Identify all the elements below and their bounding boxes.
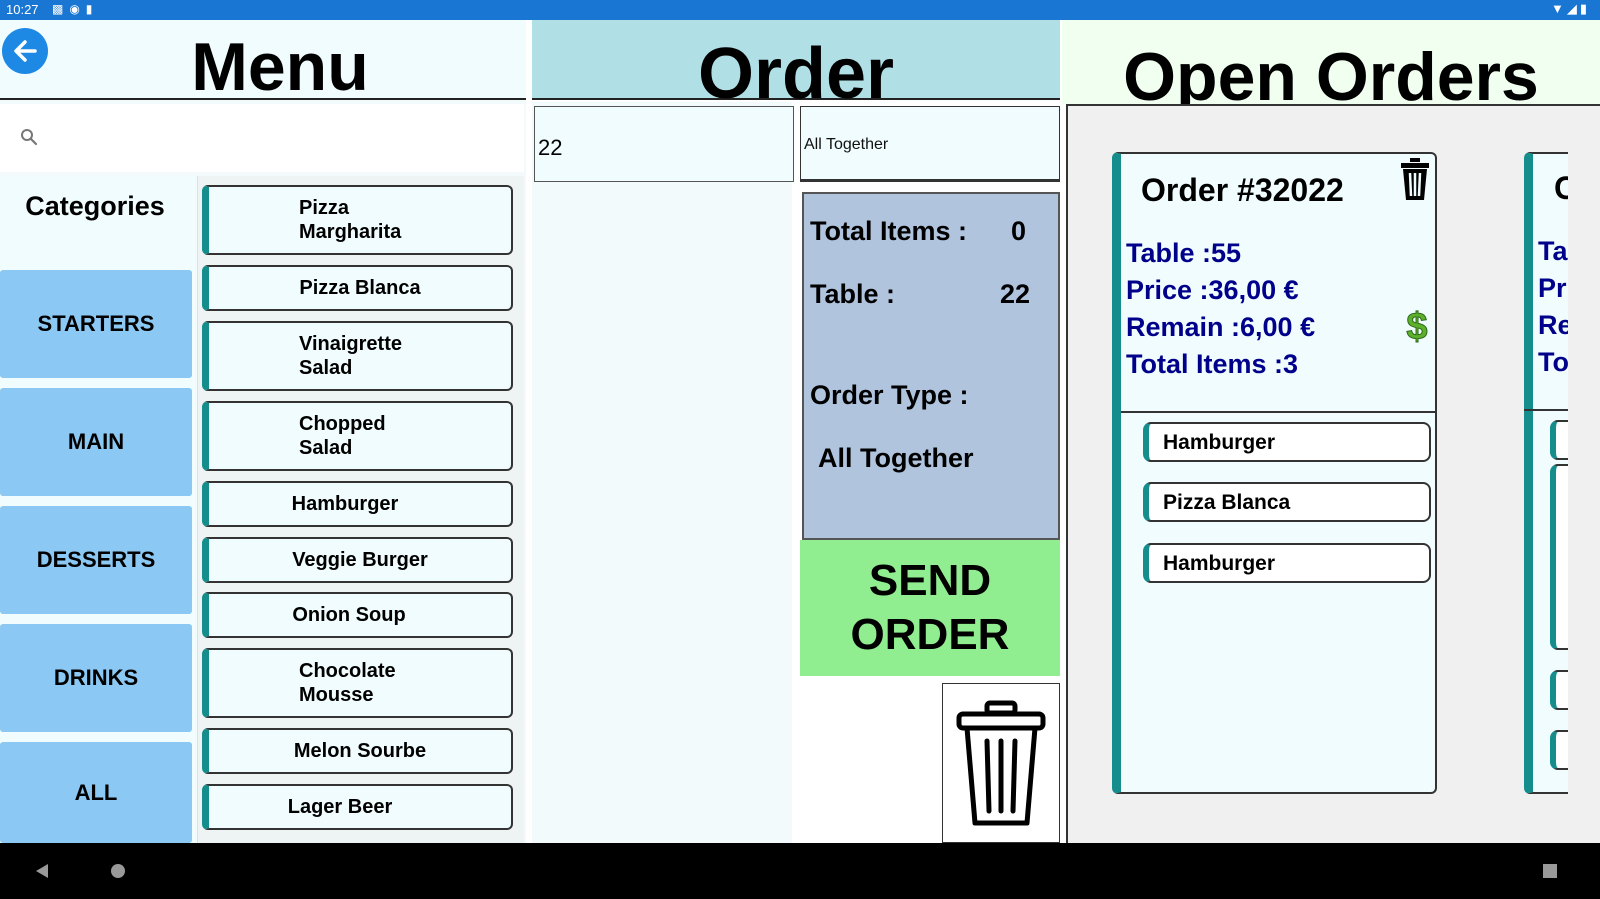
menu-item-label: Salad [299,357,353,379]
menu-item-label: Pizza Blanca [299,277,421,299]
order-number: C [1554,170,1568,206]
send-button-label: ORDER [850,610,1010,659]
trash-icon [1401,158,1429,200]
order-card-partial[interactable]: C Ta Pr Re To [1524,152,1568,794]
order-item[interactable]: Hamburger [1143,422,1431,462]
nav-recents-button[interactable] [1528,843,1572,899]
menu-item-pizza-margharita[interactable]: Pizza Margharita [202,185,513,255]
circle-home-icon [111,864,125,878]
order-item[interactable] [1550,464,1568,650]
menu-item-label: Salad [299,437,353,459]
search-input[interactable] [0,104,524,172]
status-time: 10:27 [6,2,39,17]
table-number-input[interactable]: 22 [534,106,794,182]
back-button[interactable] [2,28,48,74]
menu-item-label: Vinaigrette [299,333,402,355]
order-item[interactable]: Hamburger [1143,543,1431,583]
order-item[interactable] [1550,420,1568,460]
menu-item-label: Chopped [299,413,386,435]
menu-item-label: Margharita [299,221,402,243]
menu-item-label: Pizza [299,197,350,219]
order-price: Price :36,00 € [1126,275,1299,305]
menu-title: Menu [191,29,369,105]
order-type-value: All Together [818,443,974,473]
menu-item-chopped-salad[interactable]: Chopped Salad [202,401,513,471]
order-remain: Remain :6,00 € [1126,312,1316,342]
square-recents-icon [1543,864,1557,878]
clear-order-button[interactable] [942,683,1060,843]
triangle-back-icon [36,864,48,878]
card-divider [1524,409,1568,411]
nav-back-button[interactable] [20,843,64,899]
order-type-input[interactable]: All Together [800,106,1060,182]
menu-item-veggie-burger[interactable]: Veggie Burger [202,537,513,583]
order-total-items: Total Items :3 [1126,349,1299,379]
menu-item-pizza-blanca[interactable]: Pizza Blanca [202,265,513,311]
menu-item-lager-beer[interactable]: Lager Beer [202,784,513,830]
order-summary-box: Total Items : 0 Table : 22 Order Type : … [802,192,1060,540]
menu-item-label: Onion Soup [292,604,406,626]
categories-title: Categories [25,191,165,221]
order-title: Order [697,34,895,100]
send-button-label: SEND [868,556,992,605]
menu-item-hamburger[interactable]: Hamburger [202,481,513,527]
send-order-button[interactable]: SEND ORDER [800,540,1060,676]
order-price: Pr [1538,273,1567,303]
order-number: Order #32022 [1141,172,1344,208]
order-type-label: Order Type : [810,380,969,410]
menu-item-label: Mousse [299,684,374,706]
order-item[interactable]: Pizza Blanca [1143,482,1431,522]
menu-item-label: Hamburger [291,493,399,515]
category-starters-button[interactable]: STARTERS [0,270,192,378]
order-table: Table :55 [1126,238,1242,268]
total-items-label: Total Items : [810,216,968,246]
menu-item-chocolate-mousse[interactable]: Chocolate Mousse [202,648,513,718]
status-bar: 10:27 ▩◉▮ ▼◢▮ [0,0,1600,20]
menu-item-label: Chocolate [299,660,396,682]
table-value: 22 [1000,279,1031,309]
payment-dollar-button[interactable]: $ [1403,306,1431,351]
order-item[interactable] [1550,730,1568,770]
card-divider [1121,411,1435,413]
menu-item-label: Melon Sourbe [293,740,427,762]
navigation-bar [0,843,1600,899]
order-table: Ta [1538,236,1568,266]
table-label: Table : [810,279,896,309]
order-card[interactable]: Order #32022 Table :55 Price :36,00 € Re… [1112,152,1437,794]
category-desserts-button[interactable]: DESSERTS [0,506,192,614]
total-items-value: 0 [1011,216,1027,246]
menu-item-onion-soup[interactable]: Onion Soup [202,592,513,638]
svg-text:$: $ [1406,306,1427,346]
signal-battery-icons: ▼◢▮ [1550,1,1590,16]
arrow-left-icon [14,40,37,62]
menu-item-label: Lager Beer [287,796,393,818]
category-all-button[interactable]: ALL [0,742,192,843]
delete-order-button[interactable] [1399,156,1431,207]
menu-item-vinaigrette-salad[interactable]: Vinaigrette Salad [202,321,513,391]
dollar-icon: $ [1406,306,1428,349]
order-remain: Re [1538,310,1568,340]
order-total-items: To [1538,347,1568,377]
search-icon [20,128,38,151]
open-orders-title: Open Orders [1123,39,1539,104]
trash-icon [956,700,1046,826]
notification-icons: ▩◉▮ [52,2,99,16]
nav-home-button[interactable] [96,843,140,899]
menu-item-label: Veggie Burger [292,549,428,571]
order-item[interactable] [1550,670,1568,710]
category-main-button[interactable]: MAIN [0,388,192,496]
order-items-area [532,102,792,843]
menu-item-melon-sourbe[interactable]: Melon Sourbe [202,728,513,774]
category-drinks-button[interactable]: DRINKS [0,624,192,732]
